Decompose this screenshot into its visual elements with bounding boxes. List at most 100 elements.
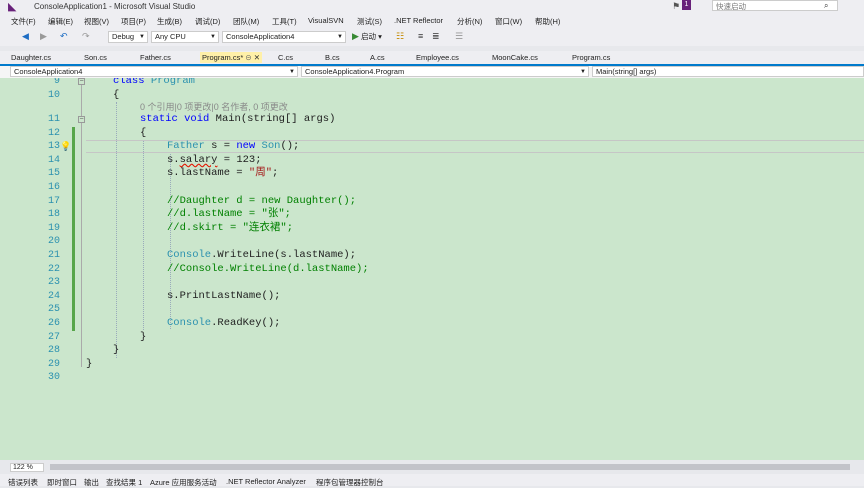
- menu-edit[interactable]: 编辑(E): [48, 16, 73, 27]
- line-number: 23: [47, 277, 60, 288]
- menu-help[interactable]: 帮助(H): [535, 16, 560, 27]
- browser-link-icon[interactable]: ☷: [396, 31, 404, 42]
- undo-icon[interactable]: ↶: [60, 31, 68, 42]
- title-bar: ◣ ConsoleApplication1 - Microsoft Visual…: [0, 0, 864, 14]
- navigate-forward-icon[interactable]: ▶: [40, 31, 47, 42]
- type-value: ConsoleApplication4.Program: [305, 67, 405, 76]
- startup-project-value: ConsoleApplication4: [226, 32, 295, 41]
- line-number: 22: [47, 264, 60, 275]
- play-icon: ▶: [352, 31, 359, 41]
- code-comment: //Daughter d = new Daughter();: [167, 195, 357, 207]
- tab-mooncake-cs[interactable]: MoonCake.cs: [492, 52, 538, 63]
- line-number: 16: [47, 182, 60, 193]
- tab-azure-app-service-activity[interactable]: Azure 应用服务活动: [150, 477, 217, 488]
- tab-son-cs[interactable]: Son.cs: [84, 52, 107, 63]
- line-number: 19: [47, 223, 60, 234]
- tab-program-cs-active[interactable]: Program.cs* ⊝ ✕: [200, 52, 263, 63]
- menu-visualsvn[interactable]: VisualSVN: [308, 16, 344, 25]
- code-line: class Program: [113, 78, 195, 89]
- code-line: s.salary = 123;: [167, 154, 262, 168]
- tab-father-cs[interactable]: Father.cs: [140, 52, 171, 63]
- tab-a-cs[interactable]: A.cs: [370, 52, 385, 63]
- type-name: Father: [167, 140, 205, 152]
- code-text: ;: [272, 167, 279, 179]
- solution-configuration-dropdown[interactable]: Debug ▼: [108, 31, 148, 43]
- project-dropdown[interactable]: ConsoleApplication4 ▼: [10, 66, 298, 77]
- code-text: .WriteLine(s.lastName);: [211, 249, 357, 261]
- collapse-method-icon[interactable]: −: [78, 116, 85, 123]
- member-value: Main(string[] args): [596, 67, 657, 76]
- menu-debug[interactable]: 调试(D): [195, 16, 220, 27]
- error-squiggle[interactable]: salary: [180, 154, 218, 166]
- lightbulb-icon[interactable]: 💡: [60, 141, 71, 151]
- chevron-down-icon: ▼: [337, 34, 343, 40]
- tab-net-reflector-analyzer[interactable]: .NET Reflector Analyzer: [226, 477, 306, 486]
- tab-b-cs[interactable]: B.cs: [325, 52, 340, 63]
- menu-build[interactable]: 生成(B): [157, 16, 182, 27]
- code-line: Console.ReadKey();: [167, 317, 280, 331]
- zoom-level-dropdown[interactable]: 122 %: [10, 463, 44, 472]
- editor-horizontal-scrollbar[interactable]: 122 %: [0, 462, 864, 472]
- codelens-indicator[interactable]: 0 个引用|0 项更改|0 名作者, 0 项更改: [140, 101, 288, 113]
- code-line: {: [140, 127, 147, 139]
- line-number: 25: [47, 304, 60, 315]
- bookmark-icon[interactable]: ☰: [455, 31, 463, 42]
- menu-file[interactable]: 文件(F): [11, 16, 36, 27]
- menu-window[interactable]: 窗口(W): [495, 16, 522, 27]
- member-dropdown[interactable]: Main(string[] args): [592, 66, 864, 77]
- navigation-bar: ConsoleApplication4 ▼ ConsoleApplication…: [0, 66, 864, 78]
- start-debugging-button[interactable]: ▶ 启动 ▾: [352, 31, 382, 42]
- outline-line: [81, 82, 82, 367]
- document-tab-bar: Daughter.cs Son.cs Father.cs Program.cs*…: [0, 51, 864, 66]
- search-icon[interactable]: ⌕: [824, 0, 836, 11]
- menu-analyze[interactable]: 分析(N): [457, 16, 482, 27]
- tab-error-list[interactable]: 错误列表: [8, 477, 38, 488]
- code-line: Console.WriteLine(s.lastName);: [167, 249, 356, 263]
- redo-icon[interactable]: ↷: [82, 31, 90, 42]
- tab-employee-cs[interactable]: Employee.cs: [416, 52, 459, 63]
- tab-c-cs[interactable]: C.cs: [278, 52, 293, 63]
- tab-daughter-cs[interactable]: Daughter.cs: [11, 52, 51, 63]
- startup-project-dropdown[interactable]: ConsoleApplication4 ▼: [222, 31, 346, 43]
- tab-find-results[interactable]: 查找结果 1: [106, 477, 142, 488]
- quick-launch-input[interactable]: 快速启动: [712, 0, 838, 11]
- menu-test[interactable]: 测试(S): [357, 16, 382, 27]
- code-comment: //d.skirt = "连衣裙";: [167, 222, 294, 234]
- tab-program-cs[interactable]: Program.cs: [572, 52, 610, 63]
- scrollbar-thumb[interactable]: [50, 464, 850, 470]
- keyword: void: [184, 113, 210, 125]
- notification-badge[interactable]: 1: [682, 0, 691, 10]
- menu-team[interactable]: 团队(M): [233, 16, 259, 27]
- uncomment-icon[interactable]: ≣: [432, 31, 440, 42]
- menu-project[interactable]: 项目(P): [121, 16, 146, 27]
- menu-net-reflector[interactable]: .NET Reflector: [394, 16, 443, 25]
- line-number: 13: [47, 141, 60, 152]
- close-icon[interactable]: ✕: [254, 53, 260, 62]
- navigate-back-icon[interactable]: ◀: [22, 31, 29, 42]
- line-number: 26: [47, 318, 60, 329]
- code-line: }: [140, 331, 147, 343]
- code-text: s.lastName =: [167, 167, 249, 179]
- keyword: class: [113, 78, 145, 87]
- menu-bar: 文件(F) 编辑(E) 视图(V) 项目(P) 生成(B) 调试(D) 团队(M…: [0, 14, 864, 28]
- tab-immediate-window[interactable]: 即时窗口: [47, 477, 77, 488]
- chevron-down-icon: ▼: [210, 34, 216, 40]
- comment-icon[interactable]: ≡: [418, 31, 423, 42]
- collapse-class-icon[interactable]: −: [78, 78, 85, 85]
- tab-output[interactable]: 输出: [84, 477, 99, 488]
- code-editor[interactable]: 9 10 11 12 13 14 15 16 17 18 19 20 21 22…: [0, 78, 864, 460]
- type-dropdown[interactable]: ConsoleApplication4.Program ▼: [301, 66, 589, 77]
- feedback-flag-icon[interactable]: ⚑: [672, 1, 682, 11]
- line-number: 20: [47, 236, 60, 247]
- menu-view[interactable]: 视图(V): [84, 16, 109, 27]
- tab-label: Program.cs*: [202, 53, 244, 62]
- menu-tools[interactable]: 工具(T): [272, 16, 297, 27]
- pin-icon[interactable]: ⊝: [245, 53, 251, 62]
- start-label: 启动: [361, 32, 377, 41]
- tab-package-manager-console[interactable]: 程序包管理器控制台: [316, 477, 384, 488]
- type-name: Son: [261, 140, 281, 152]
- project-value: ConsoleApplication4: [14, 67, 83, 76]
- chevron-down-icon: ▼: [580, 69, 586, 75]
- code-comment: //Console.WriteLine(d.lastName);: [167, 263, 369, 275]
- solution-platform-dropdown[interactable]: Any CPU ▼: [151, 31, 219, 43]
